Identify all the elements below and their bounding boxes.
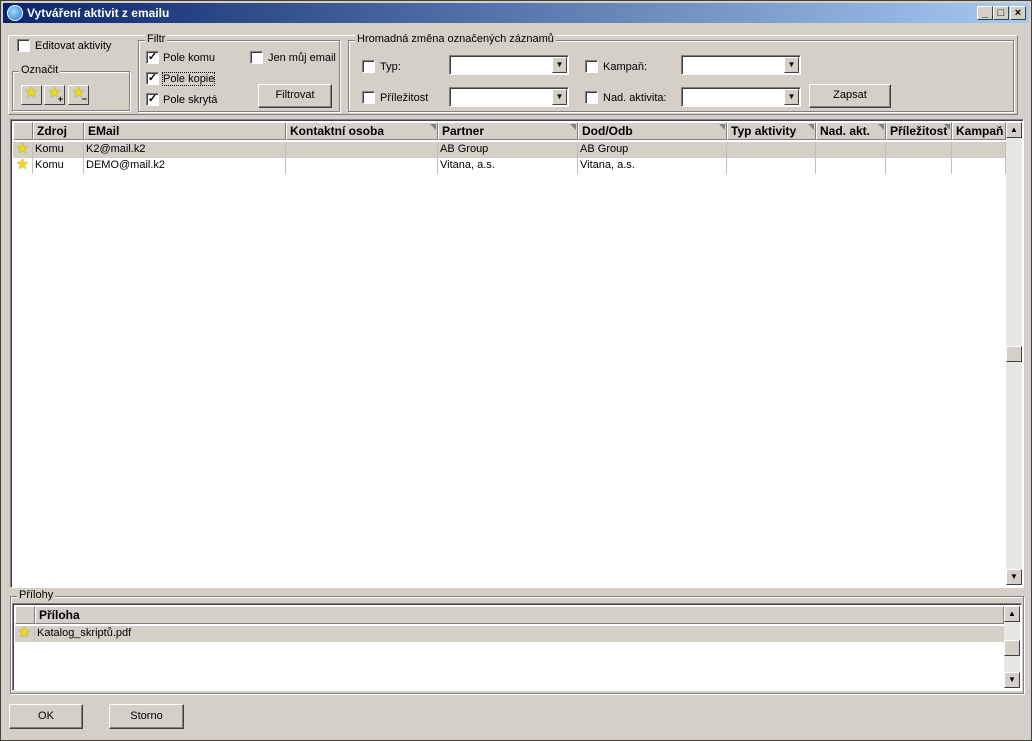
star-icon: ★ [15, 142, 30, 157]
column-header-attachment[interactable]: Příloha [35, 606, 1004, 624]
scroll-down-icon[interactable]: ▼ [1004, 672, 1020, 688]
cell-campaign[interactable] [952, 142, 1006, 158]
cell-contact[interactable] [286, 142, 438, 158]
chevron-down-icon[interactable]: ▼ [784, 89, 799, 105]
cell-source: Komu [33, 158, 84, 174]
field-cc-checkbox[interactable]: ✓ [146, 72, 159, 85]
column-header-parent-activity[interactable]: Nad. akt. [816, 122, 886, 140]
chevron-down-icon[interactable]: ▼ [552, 89, 567, 105]
parent-activity-select[interactable]: ▼ [681, 87, 801, 107]
ok-button[interactable]: OK [9, 704, 83, 729]
scroll-thumb[interactable] [1006, 346, 1022, 362]
chevron-down-icon[interactable]: ▼ [784, 57, 799, 73]
cell-activity-type[interactable] [727, 142, 816, 158]
campaign-select[interactable]: ▼ [681, 55, 801, 75]
row-marker: ★ [13, 142, 33, 158]
field-bcc-label: Pole skrytá [163, 94, 218, 106]
table-row[interactable]: ★ Komu DEMO@mail.k2 Vitana, a.s. Vitana,… [13, 158, 1006, 174]
app-icon [7, 5, 23, 21]
mark-group-label: Označit [19, 64, 61, 76]
title-bar[interactable]: Vytváření aktivit z emailu _ □ × [3, 3, 1029, 23]
scroll-down-icon[interactable]: ▼ [1006, 569, 1022, 585]
cell-dod-odb[interactable]: AB Group [578, 142, 727, 158]
attachments-scrollbar[interactable]: ▲ ▼ [1004, 606, 1020, 688]
column-header-source[interactable]: Zdroj [33, 122, 84, 140]
cancel-button[interactable]: Storno [109, 704, 184, 729]
email-grid[interactable]: Zdroj EMail Kontaktní osoba Partner Dod/… [10, 119, 1024, 588]
type-select[interactable]: ▼ [449, 55, 569, 75]
opportunity-select[interactable]: ▼ [449, 87, 569, 107]
type-label: Typ: [380, 61, 401, 73]
field-bcc-checkbox[interactable]: ✓ [146, 93, 159, 106]
my-email-label: Jen můj email [268, 52, 336, 64]
cell-parent-activity[interactable] [816, 142, 886, 158]
filter-button[interactable]: Filtrovat [258, 84, 332, 108]
my-email-checkbox[interactable] [250, 51, 263, 64]
attachments-grid[interactable]: Příloha ★ Katalog_skriptů.pdf ▲ ▼ [12, 603, 1022, 691]
cell-opportunity[interactable] [886, 142, 952, 158]
grid-header-indicator [15, 606, 35, 624]
list-item[interactable]: ★ Katalog_skriptů.pdf [15, 626, 1004, 642]
row-marker: ★ [15, 626, 35, 642]
column-header-activity-type[interactable]: Typ aktivity [727, 122, 816, 140]
scroll-up-icon[interactable]: ▲ [1004, 606, 1020, 622]
column-header-email[interactable]: EMail [84, 122, 286, 140]
cell-parent-activity[interactable] [816, 158, 886, 174]
edit-activities-label: Editovat aktivity [35, 40, 112, 52]
cell-email: K2@mail.k2 [84, 142, 286, 158]
mark-all-button[interactable]: ★ [21, 85, 42, 105]
row-marker: ★ [13, 158, 33, 174]
cell-contact[interactable] [286, 158, 438, 174]
campaign-checkbox[interactable] [585, 60, 598, 73]
opportunity-label: Příležitost [380, 92, 429, 104]
dialog-window: Vytváření aktivit z emailu _ □ × Editova… [0, 0, 1032, 741]
opportunity-checkbox[interactable] [362, 91, 375, 104]
parent-activity-label: Nad. aktivita: [603, 92, 667, 104]
cell-activity-type[interactable] [727, 158, 816, 174]
chevron-down-icon[interactable]: ▼ [552, 57, 567, 73]
save-button[interactable]: Zapsat [809, 84, 891, 108]
cell-opportunity[interactable] [886, 158, 952, 174]
field-to-checkbox[interactable]: ✓ [146, 51, 159, 64]
mark-add-button[interactable]: ★ + [44, 85, 65, 105]
cell-email: DEMO@mail.k2 [84, 158, 286, 174]
minimize-button[interactable]: _ [977, 6, 993, 20]
column-header-partner[interactable]: Partner [438, 122, 578, 140]
field-cc-label: Pole kopie [161, 72, 216, 86]
mark-remove-button[interactable]: ★ − [68, 85, 89, 105]
column-header-dod-odb[interactable]: Dod/Odb [578, 122, 727, 140]
type-checkbox[interactable] [362, 60, 375, 73]
window-title: Vytváření aktivit z emailu [27, 6, 170, 20]
close-button[interactable]: × [1010, 6, 1026, 20]
scroll-thumb[interactable] [1004, 640, 1020, 656]
field-to-label: Pole komu [163, 52, 215, 64]
scroll-up-icon[interactable]: ▲ [1006, 122, 1022, 138]
attachment-name[interactable]: Katalog_skriptů.pdf [35, 626, 1004, 642]
edit-activities-checkbox[interactable] [17, 39, 30, 52]
grid-scrollbar[interactable]: ▲ ▼ [1006, 122, 1022, 585]
cell-campaign[interactable] [952, 158, 1006, 174]
parent-activity-checkbox[interactable] [585, 91, 598, 104]
attachments-group-label: Přílohy [17, 589, 56, 601]
grid-header-indicator [13, 122, 33, 140]
campaign-label: Kampaň: [603, 61, 648, 73]
cell-partner[interactable]: Vitana, a.s. [438, 158, 578, 174]
column-header-campaign[interactable]: Kampaň [952, 122, 1006, 140]
maximize-button[interactable]: □ [993, 6, 1009, 20]
star-icon: ★ [24, 84, 39, 101]
table-row[interactable]: ★ Komu K2@mail.k2 AB Group AB Group [13, 142, 1006, 158]
cell-source: Komu [33, 142, 84, 158]
column-header-opportunity[interactable]: Příležitost [886, 122, 952, 140]
star-icon: ★ [17, 626, 32, 641]
cell-dod-odb[interactable]: Vitana, a.s. [578, 158, 727, 174]
filter-group-label: Filtr [145, 33, 168, 45]
bulk-change-group-label: Hromadná změna označených záznamů [355, 33, 556, 45]
column-header-contact[interactable]: Kontaktní osoba [286, 122, 438, 140]
star-icon: ★ [15, 158, 30, 173]
cell-partner[interactable]: AB Group [438, 142, 578, 158]
